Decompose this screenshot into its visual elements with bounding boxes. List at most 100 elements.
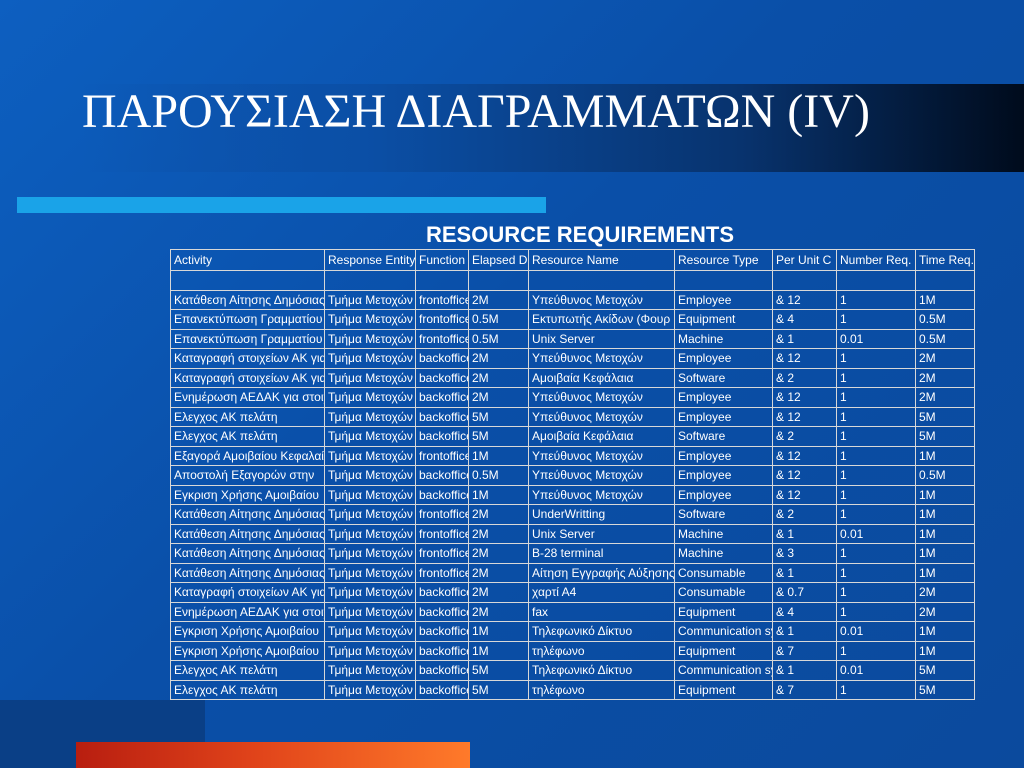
table-cell: & 2: [772, 367, 837, 388]
table-cell: Τμήμα Μετοχών: [324, 660, 416, 681]
table-cell: Υπεύθυνος Μετοχών: [528, 406, 675, 427]
table-cell: 2M: [468, 348, 529, 369]
table-cell: fax: [528, 601, 675, 622]
table-row: Κατάθεση Αίτησης Δημόσιας Τμήμα Μετοχών fr…: [170, 562, 975, 583]
table-cell: frontoffice: [415, 562, 469, 583]
table-cell: Εκτυπωτής Ακίδων (Φουρ: [528, 309, 675, 330]
table-cell: 0.01: [836, 660, 916, 681]
table-cell: UnderWritting: [528, 504, 675, 525]
table-cell: 1: [836, 426, 916, 447]
table-cell: backoffice: [415, 582, 469, 603]
table-cell: 2M: [468, 582, 529, 603]
table-cell: Ενημέρωση ΑΕΔΑΚ για στοιχεία: [170, 387, 325, 408]
table-cell: Κατάθεση Αίτησης Δημόσιας: [170, 289, 325, 310]
table-cell: backoffice: [415, 367, 469, 388]
bottom-accent-bar: [76, 742, 470, 768]
table-cell: Τμήμα Μετοχών: [324, 367, 416, 388]
table-cell: Τηλεφωνικό Δίκτυο: [528, 660, 675, 681]
table-cell: Τμήμα Μετοχών: [324, 484, 416, 505]
table-row: Ενημέρωση ΑΕΔΑΚ για στοιχείαΤμήμα Μετοχώ…: [170, 601, 975, 622]
table-cell: Ελεγχος ΑΚ πελάτη: [170, 406, 325, 427]
table-cell: Τμήμα Μετοχών: [324, 523, 416, 544]
table-cell: & 12: [772, 484, 837, 505]
table-cell: Software: [674, 504, 773, 525]
column-header: Function: [415, 249, 469, 271]
table-cell: [674, 270, 773, 291]
table-cell: frontoffice: [415, 328, 469, 349]
table-cell: Υπεύθυνος Μετοχών: [528, 445, 675, 466]
table-cell: Τμήμα Μετοχών: [324, 445, 416, 466]
table-cell: backoffice: [415, 640, 469, 661]
table-cell: Υπεύθυνος Μετοχών: [528, 484, 675, 505]
table-cell: Τμήμα Μετοχών: [324, 309, 416, 330]
table-cell: Τμήμα Μετοχών: [324, 406, 416, 427]
table-row: Εξαγορά Αμοιβαίου Κεφαλαίου Τμήμα Μετοχών…: [170, 445, 975, 466]
table-row: Κατάθεση Αίτησης Δημόσιας Τμήμα Μετοχών fr…: [170, 543, 975, 564]
table-cell: Τμήμα Μετοχών: [324, 640, 416, 661]
table-cell: 0.5M: [468, 465, 529, 486]
table-cell: 0.5M: [915, 328, 975, 349]
table-cell: Καταγραφή στοιχείων ΑΚ για: [170, 582, 325, 603]
table-row: Εγκριση Χρήσης Αμοιβαίου Τμήμα Μετοχών bac…: [170, 621, 975, 642]
table-cell: Υπεύθυνος Μετοχών: [528, 465, 675, 486]
table-cell: Εγκριση Χρήσης Αμοιβαίου: [170, 484, 325, 505]
table-cell: 0.5M: [468, 309, 529, 330]
table-cell: 2M: [468, 387, 529, 408]
table-cell: 0.01: [836, 328, 916, 349]
table-cell: 1M: [468, 484, 529, 505]
column-header: Response Entity: [324, 249, 416, 271]
table-cell: & 1: [772, 328, 837, 349]
table-cell: [772, 270, 837, 291]
table-row: Ενημέρωση ΑΕΔΑΚ για στοιχείαΤμήμα Μετοχώ…: [170, 387, 975, 408]
table-cell: 5M: [468, 426, 529, 447]
table-cell: backoffice: [415, 601, 469, 622]
table-cell: Machine: [674, 523, 773, 544]
table-cell: Machine: [674, 328, 773, 349]
table-cell: & 1: [772, 660, 837, 681]
table-cell: Τμήμα Μετοχών: [324, 562, 416, 583]
table-cell: [915, 270, 975, 291]
table-cell: 1: [836, 445, 916, 466]
table-cell: & 7: [772, 640, 837, 661]
table-cell: & 12: [772, 445, 837, 466]
table-cell: [836, 270, 916, 291]
table-cell: [415, 270, 469, 291]
table-cell: Employee: [674, 465, 773, 486]
table-row: Ελεγχος ΑΚ πελάτη Τμήμα Μετοχών backoffice…: [170, 679, 975, 700]
table-cell: Αίτηση Εγγραφής Αύξησης: [528, 562, 675, 583]
table-row: Καταγραφή στοιχείων ΑΚ για Τμήμα Μετοχών b…: [170, 582, 975, 603]
table-cell: [324, 270, 416, 291]
table-cell: Τμήμα Μετοχών: [324, 289, 416, 310]
table-row: Αποστολή Εξαγορών στην Τμήμα Μετοχών backo…: [170, 465, 975, 486]
table-cell: Εξαγορά Αμοιβαίου Κεφαλαίου: [170, 445, 325, 466]
table-cell: & 12: [772, 406, 837, 427]
table-cell: & 12: [772, 465, 837, 486]
table-cell: & 0.7: [772, 582, 837, 603]
table-cell: Employee: [674, 445, 773, 466]
table-cell: Αμοιβαία Κεφάλαια: [528, 426, 675, 447]
accent-bar: [17, 197, 546, 213]
table-cell: & 1: [772, 562, 837, 583]
column-header: Resource Type: [674, 249, 773, 271]
table-row: Ελεγχος ΑΚ πελάτη Τμήμα Μετοχών backoffice…: [170, 406, 975, 427]
table-cell: 5M: [915, 679, 975, 700]
table-cell: & 4: [772, 309, 837, 330]
table-cell: 5M: [468, 679, 529, 700]
table-cell: [528, 270, 675, 291]
table-cell: Employee: [674, 348, 773, 369]
resource-table: Activity Response Entity Function Elapsed D…: [170, 249, 975, 700]
table-cell: backoffice: [415, 621, 469, 642]
table-cell: Τμήμα Μετοχών: [324, 543, 416, 564]
table-cell: 1M: [915, 523, 975, 544]
table-cell: 1: [836, 348, 916, 369]
table-row: Ελεγχος ΑΚ πελάτη Τμήμα Μετοχών backoffice…: [170, 426, 975, 447]
table-cell: Κατάθεση Αίτησης Δημόσιας: [170, 523, 325, 544]
slide-title: ΠΑΡΟΥΣΙΑΣΗ ΔΙΑΓΡΑΜΜΑΤΩΝ (IV): [82, 85, 870, 138]
table-cell: τηλέφωνο: [528, 679, 675, 700]
table-cell: 1: [836, 679, 916, 700]
table-row: Κατάθεση Αίτησης Δημόσιας Τμήμα Μετοχών fr…: [170, 289, 975, 310]
table-cell: Αμοιβαία Κεφάλαια: [528, 367, 675, 388]
table-cell: backoffice: [415, 348, 469, 369]
table-cell: Τμήμα Μετοχών: [324, 504, 416, 525]
column-header: Elapsed D: [468, 249, 529, 271]
